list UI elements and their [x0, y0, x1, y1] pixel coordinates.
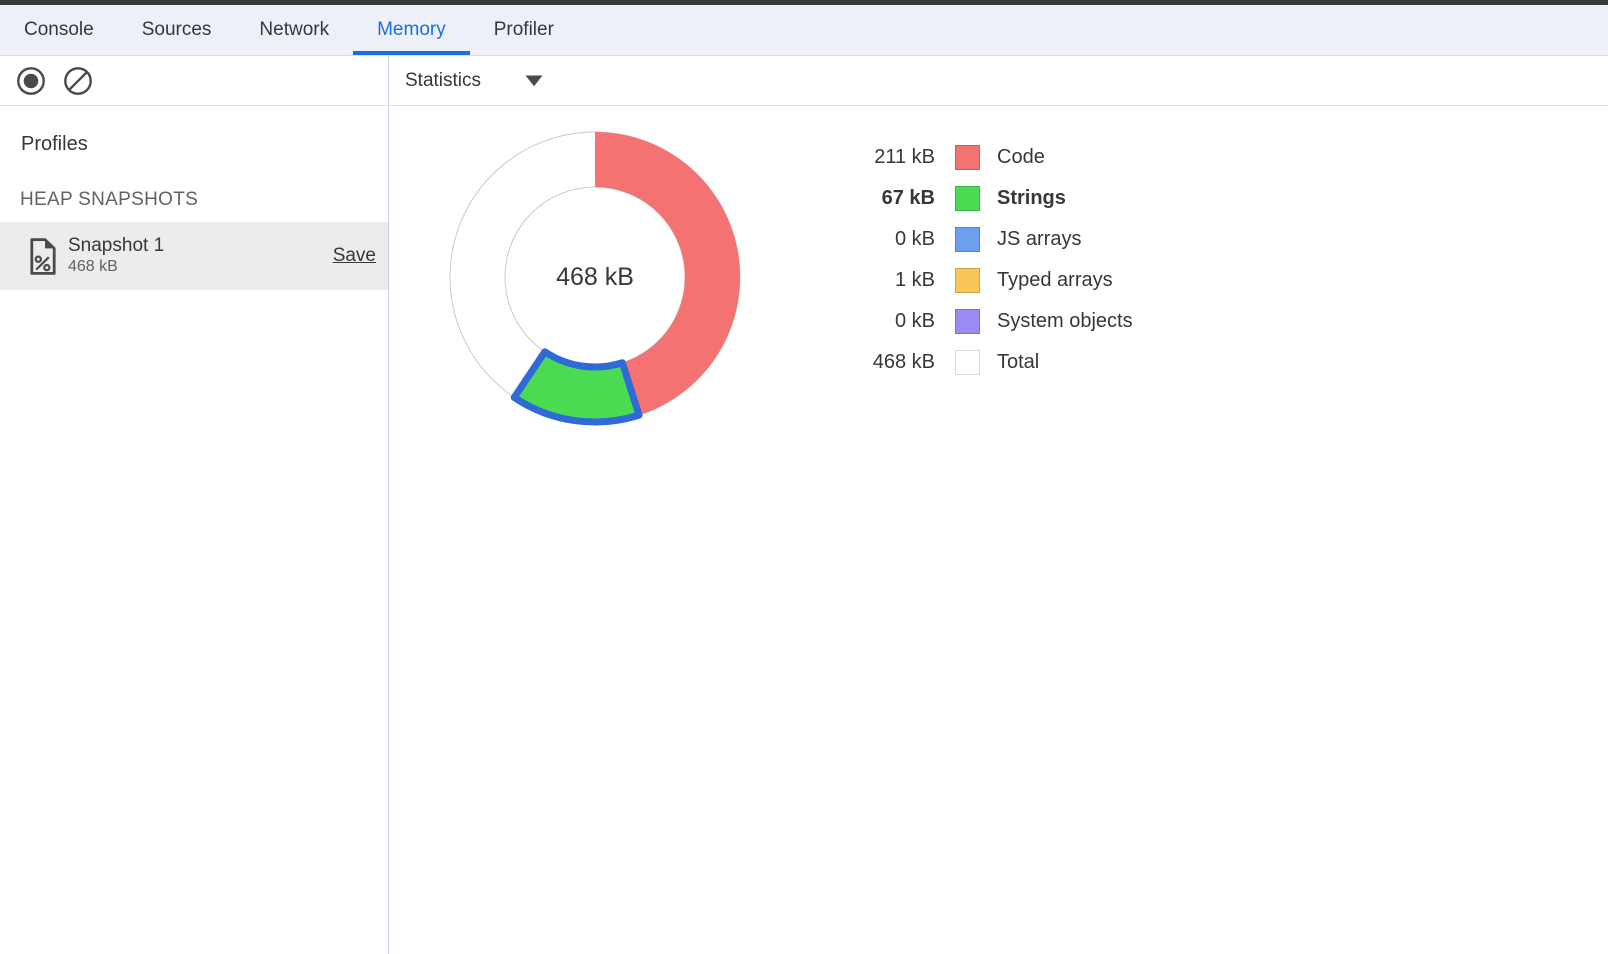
legend-value: 0 kB: [850, 310, 935, 333]
heap-snapshots-section-title: HEAP SNAPSHOTS: [20, 189, 198, 211]
tab-console-label: Console: [24, 19, 94, 41]
legend-swatch-icon: [955, 309, 980, 334]
tab-profiler[interactable]: Profiler: [470, 5, 578, 55]
legend-label: System objects: [997, 310, 1133, 333]
tab-memory-label: Memory: [377, 19, 446, 41]
toolbar-right: Statistics: [389, 56, 1608, 105]
clear-profiles-button[interactable]: [63, 66, 93, 96]
record-heap-snapshot-button[interactable]: [16, 66, 46, 96]
legend-row-total[interactable]: 468 kB Total: [850, 342, 1133, 383]
legend-swatch-icon: [955, 186, 980, 211]
legend-value: 1 kB: [850, 269, 935, 292]
tab-profiler-label: Profiler: [494, 19, 554, 41]
tab-network[interactable]: Network: [235, 5, 353, 55]
donut-svg: [435, 117, 755, 437]
legend-row-system-objects[interactable]: 0 kB System objects: [850, 301, 1133, 342]
tab-sources-label: Sources: [142, 19, 212, 41]
legend-swatch-icon: [955, 350, 980, 375]
document-percent-icon: [29, 238, 57, 275]
memory-toolbar: Statistics: [0, 56, 1608, 106]
heap-statistics-donut-chart[interactable]: 468 kB: [435, 117, 755, 437]
legend-swatch-icon: [955, 268, 980, 293]
legend: 211 kB Code 67 kB Strings 0 kB JS arrays 1 kB T…: [850, 137, 1133, 383]
legend-value: 468 kB: [850, 351, 935, 374]
snapshot-size: 468 kB: [68, 258, 333, 276]
legend-value: 67 kB: [850, 187, 935, 210]
tab-network-label: Network: [259, 19, 329, 41]
statistics-view: 468 kB 211 kB Code 67 kB Strings 0 kB JS arra…: [390, 106, 1608, 954]
view-selector[interactable]: Statistics: [405, 70, 543, 92]
donut-ring-outline: [505, 187, 685, 367]
donut-segment-strings[interactable]: [514, 352, 639, 422]
tab-sources[interactable]: Sources: [118, 5, 236, 55]
tab-console[interactable]: Console: [0, 5, 118, 55]
sidebar-item-snapshot-1[interactable]: Snapshot 1 468 kB Save: [0, 222, 388, 290]
toolbar-left: [0, 56, 389, 105]
profiles-sidebar: Profiles HEAP SNAPSHOTS Snapshot 1 468 k…: [0, 106, 389, 954]
legend-value: 211 kB: [850, 146, 935, 169]
snapshot-text: Snapshot 1 468 kB: [68, 235, 333, 276]
legend-label: JS arrays: [997, 228, 1081, 251]
legend-row-js-arrays[interactable]: 0 kB JS arrays: [850, 219, 1133, 260]
legend-value: 0 kB: [850, 228, 935, 251]
legend-row-typed-arrays[interactable]: 1 kB Typed arrays: [850, 260, 1133, 301]
record-icon: [16, 66, 46, 96]
legend-row-code[interactable]: 211 kB Code: [850, 137, 1133, 178]
tab-memory[interactable]: Memory: [353, 5, 470, 55]
legend-swatch-icon: [955, 145, 980, 170]
triangle-down-icon: [525, 75, 543, 87]
profiles-heading: Profiles: [21, 133, 88, 156]
block-icon: [63, 66, 93, 96]
snapshot-name: Snapshot 1: [68, 235, 333, 258]
devtools-tab-bar: Console Sources Network Memory Profiler: [0, 5, 1608, 56]
legend-label: Strings: [997, 187, 1066, 210]
legend-label: Total: [997, 351, 1039, 374]
legend-label: Typed arrays: [997, 269, 1113, 292]
legend-row-strings[interactable]: 67 kB Strings: [850, 178, 1133, 219]
legend-swatch-icon: [955, 227, 980, 252]
view-selector-value: Statistics: [405, 70, 481, 92]
legend-label: Code: [997, 146, 1045, 169]
save-snapshot-link[interactable]: Save: [333, 245, 376, 267]
